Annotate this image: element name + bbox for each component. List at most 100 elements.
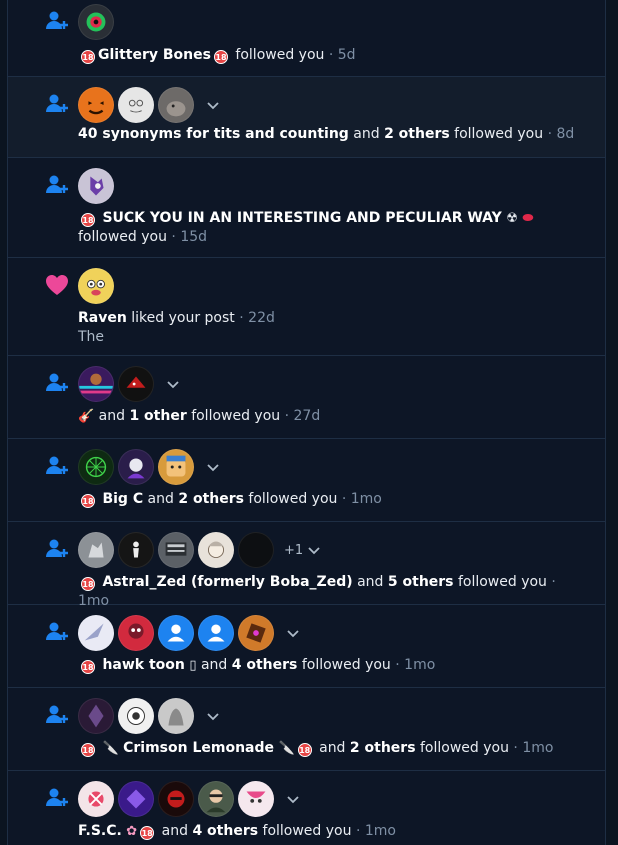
user-name-link[interactable]: Crimson Lemonade	[123, 740, 274, 756]
lips-icon: ⬬	[522, 211, 534, 226]
chevron-down-icon[interactable]	[305, 541, 323, 559]
chevron-down-icon[interactable]	[164, 375, 182, 393]
timestamp: 1mo	[350, 491, 382, 507]
avatar[interactable]	[78, 366, 114, 402]
avatar[interactable]	[78, 168, 114, 204]
post-preview[interactable]: The	[78, 329, 104, 345]
chevron-down-icon[interactable]	[284, 624, 302, 642]
separator: ·	[513, 740, 518, 756]
avatar[interactable]	[118, 698, 154, 734]
timestamp: 1mo	[522, 740, 554, 756]
others-link[interactable]: 2 others	[350, 740, 416, 756]
notification-item[interactable]: 🎸 and 1 other followed you · 27d	[8, 356, 605, 439]
user-name-link[interactable]: Raven	[78, 310, 127, 326]
others-link[interactable]: 2 others	[384, 126, 450, 142]
timestamp: 1mo	[364, 823, 396, 839]
user-name-link[interactable]: SUCK YOU IN AN INTERESTING AND PECULIAR …	[102, 210, 501, 226]
avatar[interactable]	[78, 615, 114, 651]
avatar[interactable]	[158, 532, 194, 568]
avatar[interactable]	[118, 366, 154, 402]
separator: ·	[551, 574, 556, 590]
chevron-down-icon[interactable]	[204, 458, 222, 476]
notification-item[interactable]: F.S.C. ✿ 18 and 4 others followed you · 1…	[8, 771, 605, 845]
avatar[interactable]	[78, 532, 114, 568]
knife-icon: 🔪	[278, 741, 295, 756]
notification-item[interactable]: 18 SUCK YOU IN AN INTERESTING AND PECULI…	[8, 158, 605, 258]
user-name-link[interactable]: 40 synonyms for tits and counting	[78, 126, 349, 142]
avatar[interactable]	[78, 698, 114, 734]
timestamp: 1mo	[404, 657, 436, 673]
separator: ·	[171, 229, 176, 245]
adult-badge: 18	[213, 50, 228, 64]
avatar[interactable]	[78, 449, 114, 485]
separator: ·	[355, 823, 361, 839]
separator: ·	[328, 47, 334, 63]
notification-item[interactable]: Raven liked your post · 22d The	[8, 258, 605, 356]
adult-badge: 18	[81, 743, 95, 757]
connector-text: and	[319, 740, 346, 756]
avatar[interactable]	[238, 532, 274, 568]
guitar-icon: 🎸	[78, 409, 95, 424]
avatar[interactable]	[158, 781, 194, 817]
avatar[interactable]	[238, 615, 274, 651]
avatar[interactable]	[118, 449, 154, 485]
adult-badge: 18	[81, 577, 95, 591]
avatar[interactable]	[78, 268, 114, 304]
person-plus-icon	[46, 94, 68, 112]
notification-item[interactable]: +1 18 Astral_Zed (formerly Boba_Zed) and…	[8, 522, 605, 609]
others-link[interactable]: 1 other	[129, 408, 186, 424]
more-count[interactable]: +1	[284, 543, 303, 558]
radioactive-icon: ☢	[506, 211, 518, 226]
user-name-link[interactable]: Big C	[102, 491, 143, 507]
separator: ·	[239, 310, 244, 326]
avatar[interactable]	[118, 781, 154, 817]
user-name-link[interactable]: F.S.C.	[78, 823, 122, 839]
notification-item[interactable]: 18 Big C and 2 others followed you · 1mo	[8, 439, 605, 522]
chevron-down-icon[interactable]	[284, 790, 302, 808]
avatar[interactable]	[198, 781, 234, 817]
avatar[interactable]	[158, 87, 194, 123]
connector-text: and	[147, 491, 174, 507]
avatar[interactable]	[238, 781, 274, 817]
separator: ·	[284, 408, 290, 424]
avatar[interactable]	[118, 532, 154, 568]
avatar[interactable]	[118, 615, 154, 651]
action-text: followed you	[301, 657, 391, 673]
adult-badge: 18	[297, 743, 312, 757]
connector-text: and	[161, 823, 188, 839]
connector-text: and	[200, 657, 228, 673]
chevron-down-icon[interactable]	[204, 96, 222, 114]
user-name-link[interactable]: Glittery Bones	[98, 47, 211, 63]
notifications-feed: 18 Glittery Bones 18 followed you · 5d 40 …	[7, 0, 606, 845]
default-avatar[interactable]	[198, 615, 234, 651]
notification-item[interactable]: 18 hawk toon ▯ and 4 others followed you…	[8, 605, 605, 688]
person-plus-icon	[46, 705, 68, 723]
user-name-link[interactable]: hawk toon	[102, 657, 184, 673]
notification-item[interactable]: 18 🔪 Crimson Lemonade 🔪 18 and 2 others f…	[8, 688, 605, 771]
action-text: followed you	[235, 47, 325, 63]
avatar[interactable]	[198, 532, 234, 568]
avatar[interactable]	[78, 781, 114, 817]
others-link[interactable]: 4 others	[232, 657, 298, 673]
others-link[interactable]: 4 others	[192, 823, 258, 839]
avatar[interactable]	[158, 449, 194, 485]
others-link[interactable]: 2 others	[178, 491, 244, 507]
timestamp: 8d	[556, 126, 575, 142]
avatar[interactable]	[158, 698, 194, 734]
action-text: followed you	[454, 126, 544, 142]
action-text: followed you	[248, 491, 338, 507]
person-plus-icon	[46, 539, 68, 557]
adult-badge: 18	[81, 50, 95, 64]
notification-item[interactable]: 40 synonyms for tits and counting and 2 …	[8, 77, 605, 158]
avatar[interactable]	[78, 87, 114, 123]
user-name-link[interactable]: Astral_Zed (formerly Boba_Zed)	[102, 574, 352, 590]
chevron-down-icon[interactable]	[204, 707, 222, 725]
default-avatar[interactable]	[158, 615, 194, 651]
others-link[interactable]: 5 others	[388, 574, 454, 590]
notification-item[interactable]: 18 Glittery Bones 18 followed you · 5d	[8, 0, 605, 77]
avatar[interactable]	[118, 87, 154, 123]
person-plus-icon	[46, 622, 68, 640]
avatar[interactable]	[78, 4, 114, 40]
heart-icon	[46, 275, 68, 295]
separator: ·	[341, 491, 347, 507]
